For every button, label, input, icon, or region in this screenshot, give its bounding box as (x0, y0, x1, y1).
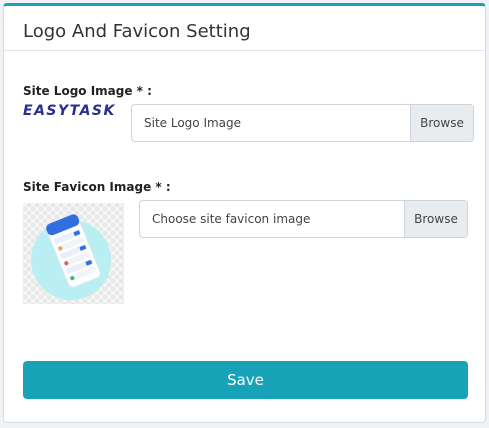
site-logo-preview: EASYTASK (23, 103, 116, 119)
site-favicon-file-input[interactable]: Choose site favicon image Browse (139, 200, 468, 238)
site-logo-file-input[interactable]: Site Logo Image Browse (131, 104, 474, 142)
site-favicon-placeholder: Choose site favicon image (152, 212, 311, 226)
card-title: Logo And Favicon Setting (4, 6, 485, 51)
save-button[interactable]: Save (23, 361, 468, 399)
site-logo-placeholder: Site Logo Image (144, 116, 242, 130)
phone-app-icon (31, 213, 111, 300)
site-favicon-browse-button[interactable]: Browse (404, 201, 467, 237)
site-logo-browse-button[interactable]: Browse (410, 105, 473, 141)
site-logo-label: Site Logo Image * : (23, 84, 152, 98)
site-favicon-preview (23, 203, 124, 304)
site-favicon-label: Site Favicon Image * : (23, 180, 171, 194)
logo-favicon-card: Logo And Favicon Setting Site Logo Image… (3, 3, 486, 423)
